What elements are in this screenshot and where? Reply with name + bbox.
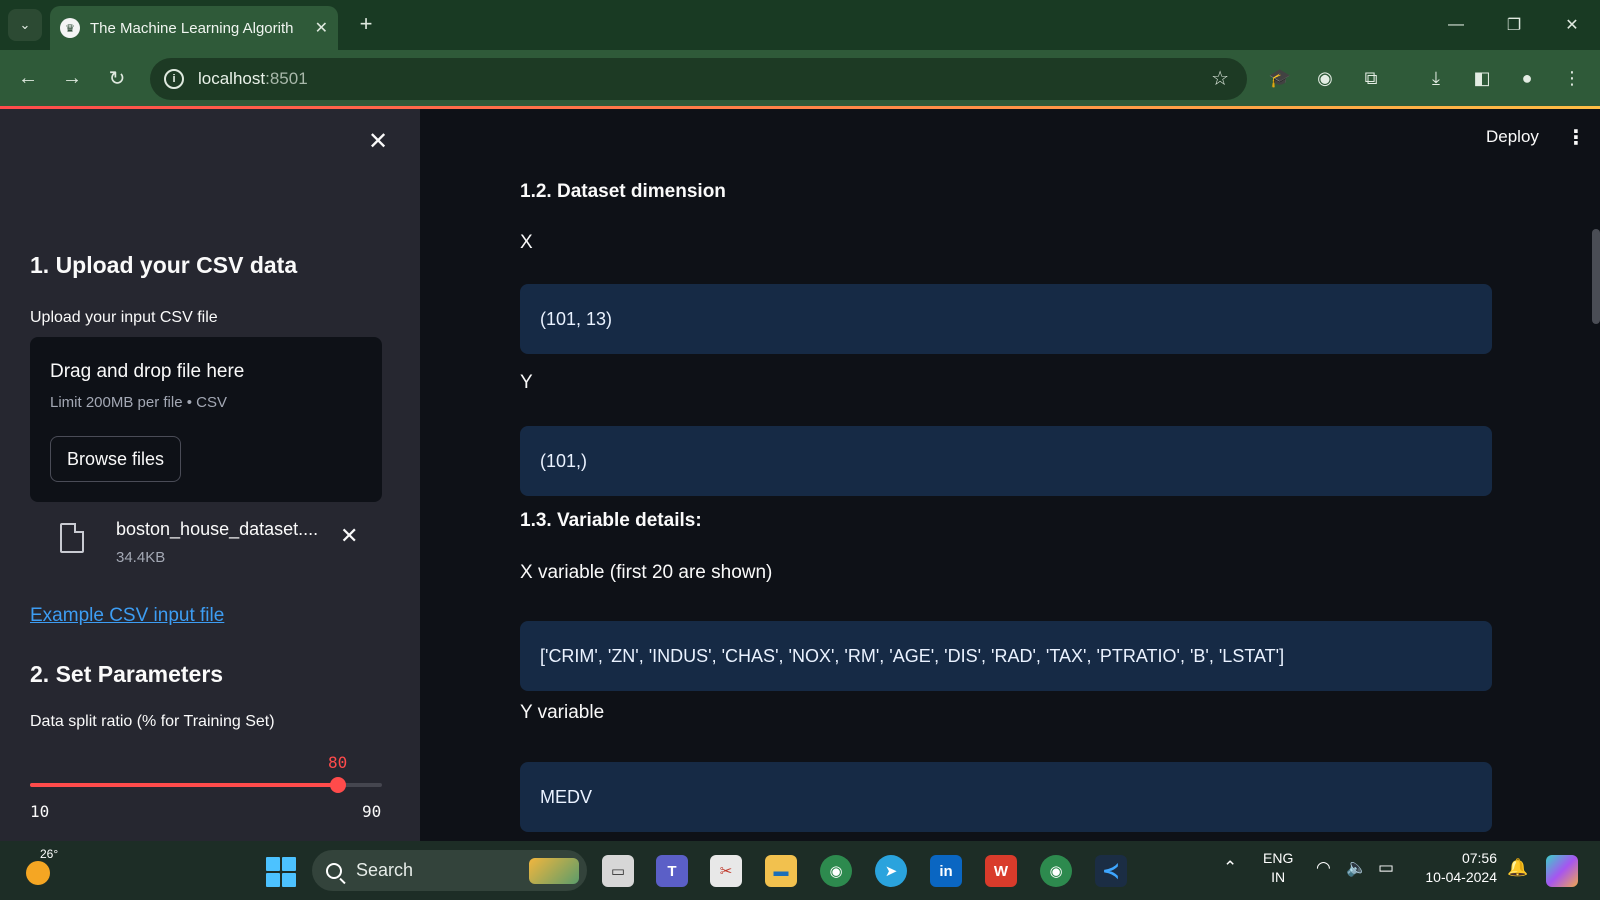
- reload-icon[interactable]: ↻: [101, 62, 133, 94]
- taskbar-search[interactable]: Search: [312, 850, 587, 891]
- vscode-icon[interactable]: ≺: [1095, 855, 1127, 887]
- search-highlight-image: [529, 858, 579, 884]
- y-variable-code: MEDV: [520, 762, 1492, 832]
- sidebar-close-icon[interactable]: ✕: [368, 127, 388, 156]
- side-panel-icon[interactable]: ◧: [1468, 64, 1496, 92]
- extensions-puzzle-icon[interactable]: ⧉: [1357, 64, 1385, 92]
- weather-sun-icon: [26, 861, 50, 885]
- x-label: X: [520, 232, 533, 253]
- close-window-button[interactable]: ✕: [1552, 10, 1592, 40]
- clock-time: 07:56: [1461, 850, 1497, 866]
- wifi-icon[interactable]: ◠: [1316, 858, 1331, 878]
- bookmark-star-icon[interactable]: ☆: [1211, 66, 1229, 91]
- volume-icon[interactable]: 🔈: [1346, 858, 1367, 878]
- y-label: Y: [520, 372, 533, 393]
- slider-fill: [30, 783, 338, 787]
- x-shape-code: (101, 13): [520, 284, 1492, 354]
- slider-thumb[interactable]: [330, 777, 346, 793]
- restore-button[interactable]: ❐: [1494, 10, 1534, 40]
- address-bar[interactable]: i localhost:8501 ☆: [150, 58, 1247, 100]
- main-content: Deploy ⋮ 1.2. Dataset dimension X (101, …: [420, 109, 1600, 841]
- upload-section-title: 1. Upload your CSV data: [30, 252, 298, 278]
- linkedin-icon[interactable]: in: [930, 855, 962, 887]
- site-info-icon[interactable]: i: [164, 69, 184, 89]
- telegram-icon[interactable]: ➤: [875, 855, 907, 887]
- y-shape-code: (101,): [520, 426, 1492, 496]
- dropzone-limit: Limit 200MB per file • CSV: [50, 394, 227, 411]
- taskbar: 26° Search ▭ T ✂ ▬ ◉ ➤ in W ◉ ≺ ⌃ ENG IN…: [0, 841, 1600, 900]
- browser-toolbar: ← → ↻ i localhost:8501 ☆ 🎓 ◉ ⧉ ⤓ ◧ ● ⋮: [0, 50, 1600, 106]
- tab-close-icon[interactable]: ✕: [315, 18, 328, 38]
- weather-widget[interactable]: 26°: [22, 847, 58, 887]
- new-tab-button[interactable]: +: [352, 10, 380, 38]
- teams-icon[interactable]: T: [656, 855, 688, 887]
- browser-menu-icon[interactable]: ⋮: [1558, 64, 1586, 92]
- url-port: :8501: [265, 69, 308, 88]
- forward-arrow-icon[interactable]: →: [56, 62, 88, 94]
- browse-files-button[interactable]: Browse files: [50, 436, 181, 482]
- file-explorer-icon[interactable]: ▬: [765, 855, 797, 887]
- language-indicator[interactable]: ENG IN: [1263, 849, 1293, 887]
- file-icon: [60, 523, 84, 553]
- slider-max: 90: [362, 802, 382, 821]
- chrome-icon[interactable]: ◉: [820, 855, 852, 887]
- example-csv-link[interactable]: Example CSV input file: [30, 605, 224, 627]
- remove-file-icon[interactable]: ✕: [340, 523, 358, 549]
- deploy-button[interactable]: Deploy: [1486, 127, 1539, 147]
- weather-temp: 26°: [40, 847, 59, 861]
- extension-grad-cap-icon[interactable]: 🎓: [1266, 64, 1294, 92]
- y-variable-label: Y variable: [520, 702, 605, 723]
- notification-bell-icon[interactable]: 🔔: [1507, 858, 1528, 878]
- copilot-icon[interactable]: [1546, 855, 1578, 887]
- chrome-extension-icon[interactable]: ◉: [1311, 64, 1339, 92]
- file-name: boston_house_dataset....: [116, 519, 319, 539]
- dataset-dimension-heading: 1.2. Dataset dimension: [520, 181, 726, 202]
- sidebar: ✕ 1. Upload your CSV data Upload your in…: [0, 109, 420, 841]
- taskbar-search-label: Search: [356, 860, 414, 880]
- lang-line1: ENG: [1263, 850, 1294, 866]
- main-scrollbar[interactable]: [1592, 229, 1600, 324]
- browser-tab-bar: ⌄ ♛ The Machine Learning Algorith ✕ + — …: [0, 0, 1600, 50]
- minimize-button[interactable]: —: [1436, 10, 1476, 40]
- file-dropzone[interactable]: Drag and drop file here Limit 200MB per …: [30, 337, 382, 502]
- chrome-profile-icon[interactable]: ◉: [1040, 855, 1072, 887]
- x-variables-code: ['CRIM', 'ZN', 'INDUS', 'CHAS', 'NOX', '…: [520, 621, 1492, 691]
- split-ratio-slider[interactable]: [30, 777, 382, 793]
- file-size: 34.4KB: [116, 549, 166, 566]
- uploaded-file: boston_house_dataset.... 34.4KB ✕: [30, 513, 382, 573]
- slider-min: 10: [30, 802, 50, 821]
- x-variable-label: X variable (first 20 are shown): [520, 562, 773, 583]
- hidden-icons-chevron-icon[interactable]: ⌃: [1223, 858, 1237, 878]
- browser-tab[interactable]: ♛ The Machine Learning Algorith ✕: [50, 6, 338, 50]
- download-icon[interactable]: ⤓: [1422, 64, 1450, 92]
- upload-label: Upload your input CSV file: [30, 309, 218, 326]
- clock[interactable]: 07:56 10-04-2024: [1417, 849, 1497, 887]
- tab-title: The Machine Learning Algorith: [90, 19, 294, 37]
- start-windows-icon[interactable]: [266, 857, 296, 887]
- dropzone-title: Drag and drop file here: [50, 361, 245, 382]
- streamlit-crown-icon: ♛: [60, 18, 80, 38]
- url-host: localhost: [198, 69, 266, 88]
- search-icon: [326, 862, 342, 879]
- battery-icon[interactable]: ▭: [1378, 858, 1394, 878]
- task-view-icon[interactable]: ▭: [602, 855, 634, 887]
- profile-avatar-icon[interactable]: ●: [1513, 64, 1541, 92]
- lang-line2: IN: [1271, 869, 1286, 885]
- slider-label: Data split ratio (% for Training Set): [30, 713, 275, 730]
- wps-office-icon[interactable]: W: [985, 855, 1017, 887]
- back-arrow-icon[interactable]: ←: [12, 62, 44, 94]
- variable-details-heading: 1.3. Variable details:: [520, 510, 702, 531]
- clock-date: 10-04-2024: [1425, 869, 1497, 885]
- slider-value: 80: [328, 753, 348, 772]
- snipping-tool-icon[interactable]: ✂: [710, 855, 742, 887]
- parameters-section-title: 2. Set Parameters: [30, 661, 224, 687]
- main-menu-icon[interactable]: ⋮: [1566, 125, 1586, 150]
- tab-search-dropdown[interactable]: ⌄: [8, 9, 42, 41]
